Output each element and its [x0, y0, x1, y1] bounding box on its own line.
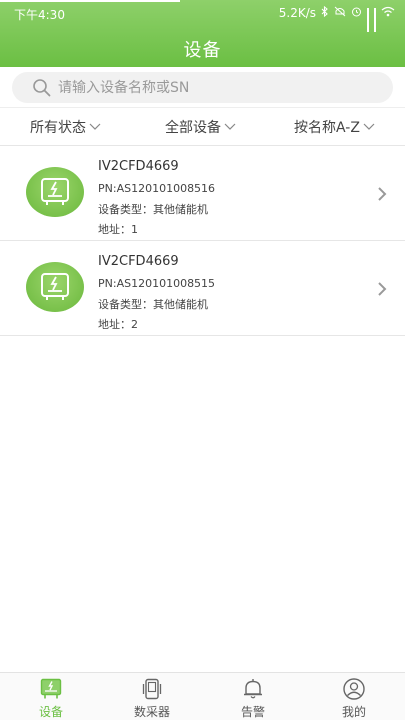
- tab-profile-label: 我的: [341, 705, 366, 719]
- device-pn: PN:AS120101008516: [98, 182, 216, 195]
- app-header: 下午4:30 5.2K/s 设备: [0, 0, 405, 67]
- device-icon: [40, 678, 62, 699]
- bottom-tab-bar: 设备 数采器 告警 我的: [0, 672, 405, 720]
- search-bar: [0, 67, 405, 108]
- tab-alarm[interactable]: 告警: [223, 677, 283, 720]
- tab-collector[interactable]: 数采器: [122, 677, 182, 720]
- network-speed: 5.2K/s: [278, 6, 316, 20]
- loading-progress-bar: [0, 0, 180, 2]
- bluetooth-icon: [321, 5, 329, 20]
- chevron-down-icon: [224, 123, 236, 130]
- status-bar: 下午4:30 5.2K/s: [0, 0, 405, 32]
- device-address: 地址：2: [98, 318, 138, 331]
- chevron-right-icon: [378, 282, 387, 296]
- status-time: 下午4:30: [14, 8, 65, 22]
- collector-icon: [142, 678, 162, 700]
- device-type-filter-dropdown[interactable]: 全部设备: [165, 117, 236, 137]
- sort-dropdown[interactable]: 按名称A-Z: [294, 117, 375, 137]
- device-list: IV2CFD4669 PN:AS120101008516 设备类型：其他储能机 …: [0, 146, 405, 336]
- signal-icon-2: [374, 8, 376, 32]
- device-list-item[interactable]: IV2CFD4669 PN:AS120101008516 设备类型：其他储能机 …: [0, 146, 405, 241]
- device-name: IV2CFD4669: [98, 159, 179, 174]
- status-icons: 5.2K/s: [278, 5, 395, 32]
- search-input[interactable]: [58, 75, 378, 100]
- chevron-right-icon: [378, 187, 387, 201]
- tab-device-label: 设备: [38, 705, 63, 719]
- device-avatar: [26, 262, 84, 312]
- device-type: 设备类型：其他储能机: [98, 203, 208, 216]
- alarm-icon: [351, 6, 362, 20]
- search-field[interactable]: [12, 72, 393, 103]
- tab-profile[interactable]: 我的: [324, 677, 384, 720]
- device-pn: PN:AS120101008515: [98, 277, 216, 290]
- device-address: 地址：1: [98, 223, 138, 236]
- status-filter-dropdown[interactable]: 所有状态: [30, 117, 101, 137]
- tab-collector-label: 数采器: [133, 705, 170, 719]
- inverter-icon: [41, 178, 69, 205]
- tab-device[interactable]: 设备: [21, 677, 81, 720]
- user-icon: [343, 678, 365, 700]
- device-type: 设备类型：其他储能机: [98, 298, 208, 311]
- device-name: IV2CFD4669: [98, 254, 179, 269]
- sort-label: 按名称A-Z: [294, 120, 360, 136]
- signal-icon: [367, 8, 369, 32]
- status-filter-label: 所有状态: [30, 120, 86, 136]
- chevron-down-icon: [89, 123, 101, 130]
- wifi-icon: [381, 6, 395, 20]
- mute-icon: [334, 6, 346, 20]
- filter-bar: 所有状态 全部设备 按名称A-Z: [0, 108, 405, 146]
- tab-alarm-label: 告警: [240, 705, 265, 719]
- device-avatar: [26, 167, 84, 217]
- page-title: 设备: [183, 40, 222, 61]
- search-icon: [32, 78, 52, 98]
- bell-icon: [244, 679, 262, 699]
- chevron-down-icon: [363, 123, 375, 130]
- inverter-icon: [41, 273, 69, 300]
- device-list-item[interactable]: IV2CFD4669 PN:AS120101008515 设备类型：其他储能机 …: [0, 241, 405, 336]
- device-type-filter-label: 全部设备: [165, 120, 221, 136]
